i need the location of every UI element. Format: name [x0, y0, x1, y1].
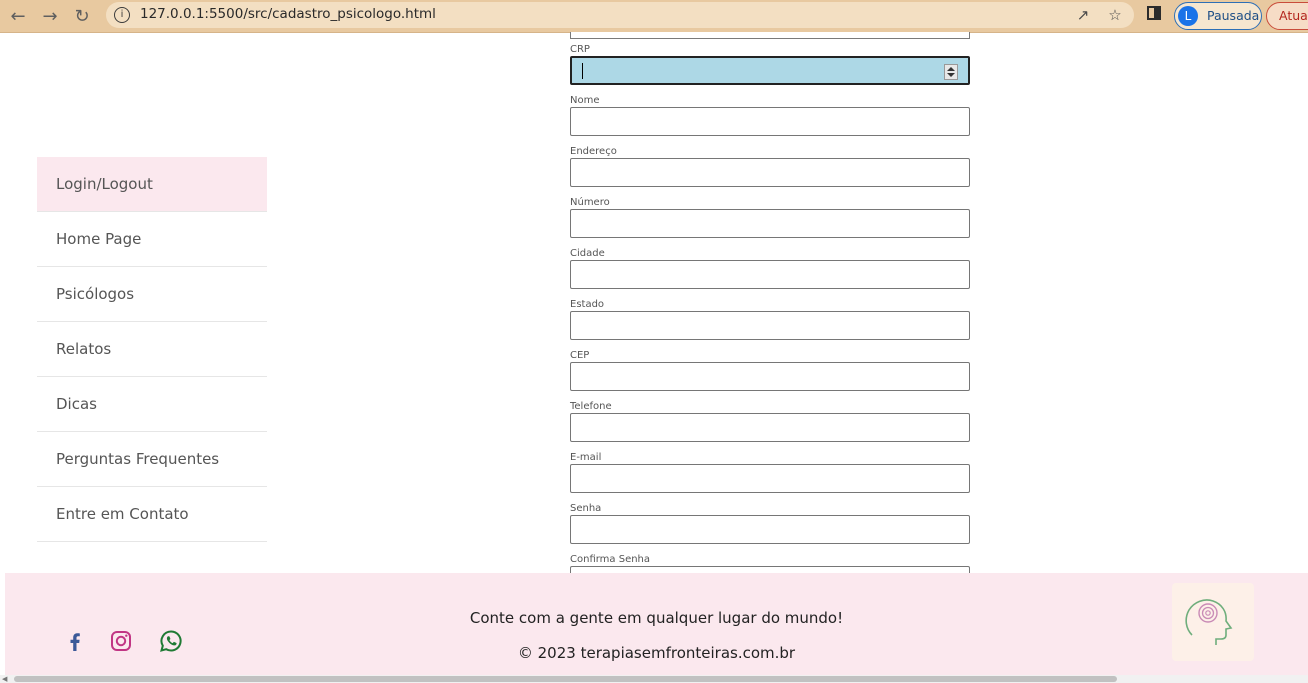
- cidade-input[interactable]: [570, 260, 970, 289]
- browser-toolbar: ← → ↻ i 127.0.0.1:5500/src/cadastro_psic…: [0, 0, 1308, 33]
- endereco-input[interactable]: [570, 158, 970, 187]
- text-caret: [582, 63, 583, 79]
- telefone-label: Telefone: [570, 401, 612, 412]
- telefone-input[interactable]: [570, 413, 970, 442]
- share-icon[interactable]: ↗: [1073, 5, 1093, 25]
- crp-label: CRP: [570, 44, 590, 55]
- senha-label: Senha: [570, 503, 602, 514]
- scrollbar-thumb[interactable]: [14, 676, 1117, 682]
- sidebar-item-entre-em-contato[interactable]: Entre em Contato: [37, 487, 267, 542]
- nome-label: Nome: [570, 95, 600, 106]
- estado-input[interactable]: [570, 311, 970, 340]
- footer: Conte com a gente em qualquer lugar do m…: [5, 573, 1308, 675]
- sidebar-item-relatos[interactable]: Relatos: [37, 322, 267, 377]
- email-input[interactable]: [570, 464, 970, 493]
- footer-tagline: Conte com a gente em qualquer lugar do m…: [469, 609, 844, 627]
- reload-icon[interactable]: ↻: [70, 4, 94, 28]
- sidebar-item-home-page[interactable]: Home Page: [37, 212, 267, 267]
- update-label: Atualizar: [1279, 8, 1308, 23]
- cidade-label: Cidade: [570, 248, 605, 259]
- sidebar-item-perguntas-frequentes[interactable]: Perguntas Frequentes: [37, 432, 267, 487]
- avatar: L: [1178, 6, 1198, 26]
- senha-input[interactable]: [570, 515, 970, 544]
- nome-input[interactable]: [570, 107, 970, 136]
- estado-label: Estado: [570, 299, 605, 310]
- url-text[interactable]: 127.0.0.1:5500/src/cadastro_psicologo.ht…: [140, 6, 436, 22]
- number-spinner[interactable]: [944, 64, 958, 80]
- scroll-left-icon[interactable]: ◀: [2, 675, 7, 683]
- cep-label: CEP: [570, 350, 590, 361]
- sidebar-item-psicologos[interactable]: Psicólogos: [37, 267, 267, 322]
- site-info-icon[interactable]: i: [114, 7, 130, 23]
- crp-input[interactable]: [570, 56, 970, 85]
- address-bar[interactable]: i 127.0.0.1:5500/src/cadastro_psicologo.…: [106, 2, 1134, 28]
- confirma-senha-label: Confirma Senha: [570, 554, 651, 565]
- endereco-label: Endereço: [570, 146, 617, 157]
- numero-input[interactable]: [570, 209, 970, 238]
- profile-status-label: Pausada: [1207, 8, 1260, 23]
- update-button[interactable]: Atualizar: [1266, 2, 1308, 30]
- brand-logo: [1172, 583, 1254, 661]
- bookmark-star-icon[interactable]: ☆: [1105, 5, 1125, 25]
- back-icon[interactable]: ←: [6, 4, 30, 28]
- cep-input[interactable]: [570, 362, 970, 391]
- sidebar-menu: Login/Logout Home Page Psicólogos Relato…: [37, 157, 267, 542]
- numero-label: Número: [570, 197, 610, 208]
- profile-button[interactable]: L Pausada: [1174, 2, 1262, 30]
- sidebar-item-dicas[interactable]: Dicas: [37, 377, 267, 432]
- forward-icon[interactable]: →: [38, 4, 62, 28]
- textarea-field[interactable]: [570, 32, 970, 39]
- email-label: E-mail: [570, 452, 602, 463]
- side-panel-icon[interactable]: [1147, 6, 1161, 20]
- sidebar-item-login-logout[interactable]: Login/Logout: [37, 157, 267, 212]
- footer-copyright: © 2023 terapiasemfronteiras.com.br: [517, 644, 796, 662]
- horizontal-scrollbar[interactable]: ◀: [0, 675, 1308, 683]
